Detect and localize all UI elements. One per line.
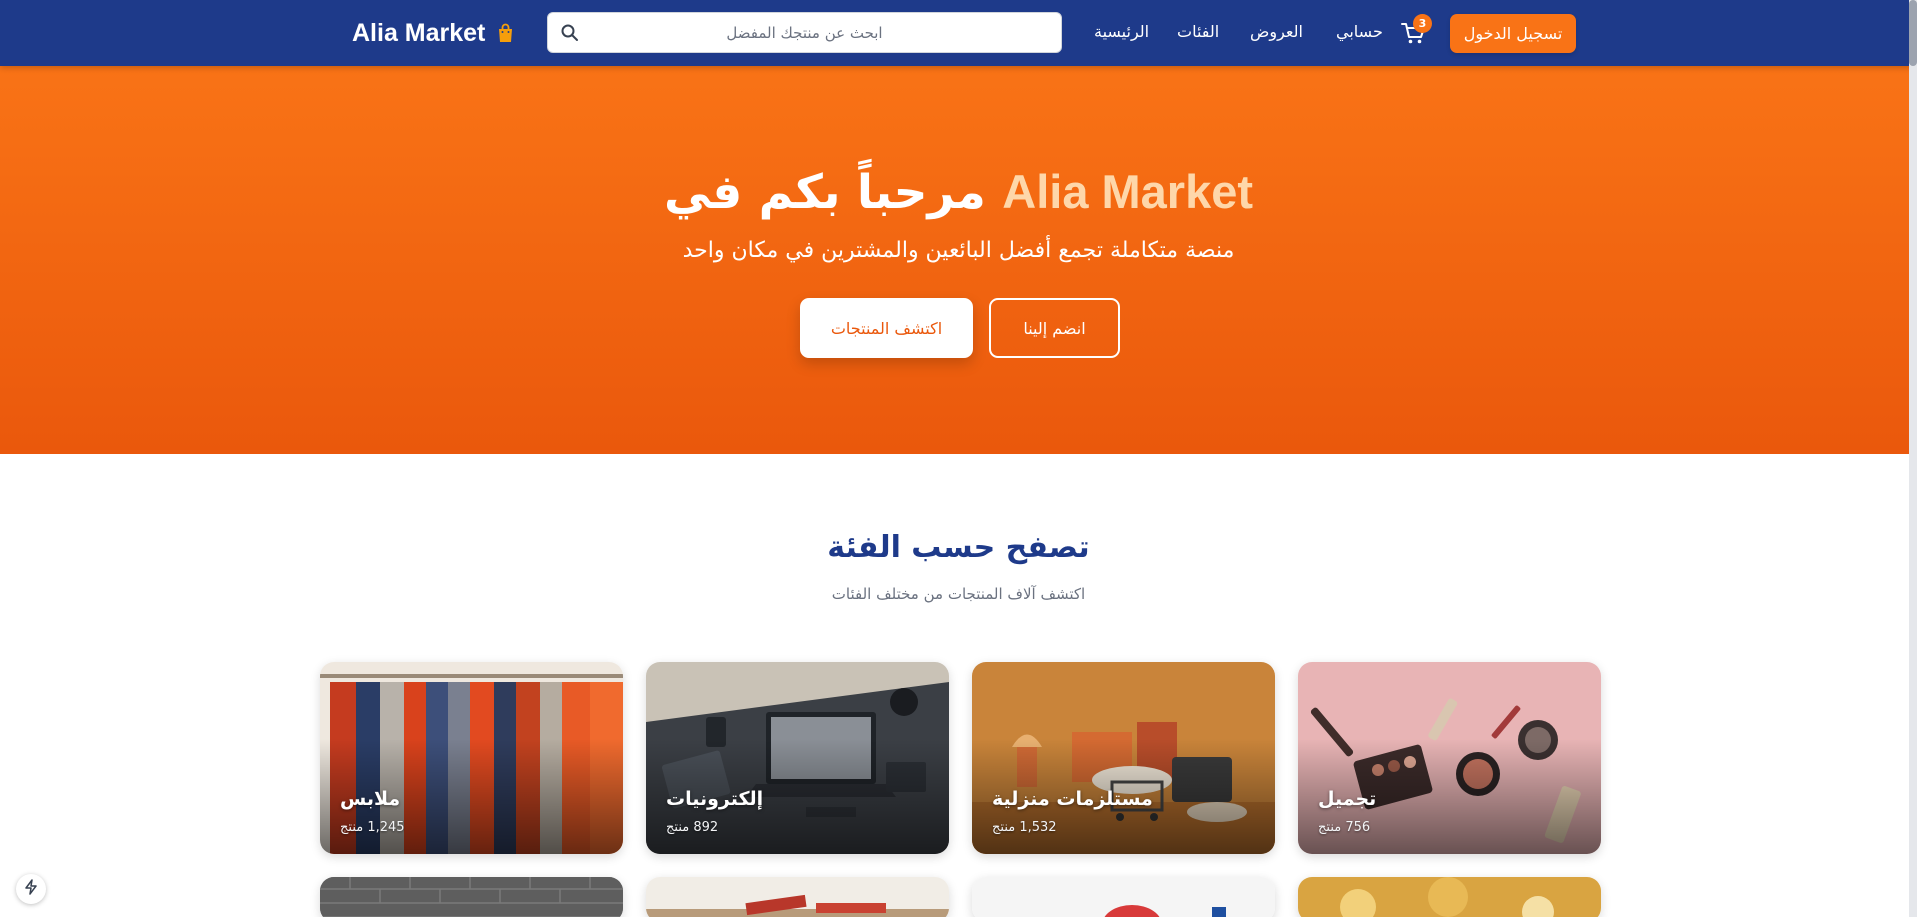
- hero-title-text: مرحباً بكم في: [663, 165, 986, 220]
- category-count: 1,245 منتج: [340, 820, 405, 835]
- cart-count-badge: 3: [1413, 14, 1432, 33]
- search-icon[interactable]: [560, 23, 580, 43]
- logo-text[interactable]: Alia Market: [352, 19, 485, 48]
- category-card-row2-1[interactable]: [320, 877, 623, 917]
- food-image: [1298, 877, 1601, 917]
- categories-subtitle: اكتشف آلاف المنتجات من مختلف الفئات: [831, 585, 1086, 603]
- bolt-icon: [24, 879, 38, 899]
- category-card-home[interactable]: مستلزمات منزلية 1,532 منتج: [972, 662, 1275, 854]
- search-bar: [547, 12, 1062, 53]
- navbar: Alia Market الرئيسية الفئات العروض حسابي: [0, 0, 1917, 66]
- sports-image: [972, 877, 1275, 917]
- category-name: إلكترونيات: [666, 788, 764, 810]
- explore-products-button[interactable]: اكتشف المنتجات: [800, 298, 973, 358]
- search-input[interactable]: [548, 13, 1061, 52]
- category-card-clothes[interactable]: ملابس 1,245 منتج: [320, 662, 623, 854]
- nav-link-offers[interactable]: العروض: [1250, 22, 1303, 41]
- hero-title: Alia Market مرحباً بكم في: [0, 164, 1917, 220]
- category-card-beauty[interactable]: تجميل 756 منتج: [1298, 662, 1601, 854]
- category-name: تجميل: [1318, 788, 1377, 810]
- logo[interactable]: Alia Market: [352, 14, 514, 52]
- category-name: ملابس: [340, 788, 401, 810]
- category-name: مستلزمات منزلية: [992, 788, 1153, 810]
- nav-link-account[interactable]: حسابي: [1336, 22, 1383, 41]
- category-card-row2-2[interactable]: [646, 877, 949, 917]
- category-count: 1,532 منتج: [992, 820, 1057, 835]
- nav-link-categories[interactable]: الفئات: [1177, 22, 1219, 41]
- join-us-button[interactable]: انضم إلينا: [989, 298, 1120, 358]
- bolt-button[interactable]: [16, 874, 46, 904]
- brick-wall-image: [320, 877, 623, 917]
- category-card-electronics[interactable]: إلكترونيات 892 منتج: [646, 662, 949, 854]
- hero-title-brand: Alia Market: [1002, 165, 1254, 218]
- category-count: 892 منتج: [666, 820, 719, 835]
- category-card-row2-4[interactable]: [1298, 877, 1601, 917]
- books-image: [646, 877, 949, 917]
- categories-title: تصفح حسب الفئة: [827, 530, 1090, 565]
- scrollbar[interactable]: [1909, 0, 1917, 917]
- bag-icon: [497, 23, 514, 43]
- hero-subtitle: منصة متكاملة تجمع أفضل البائعين والمشتري…: [682, 238, 1235, 263]
- category-card-row2-3[interactable]: [972, 877, 1275, 917]
- login-button[interactable]: تسجيل الدخول: [1450, 14, 1576, 53]
- category-count: 756 منتج: [1318, 820, 1371, 835]
- scrollbar-thumb[interactable]: [1909, 0, 1917, 66]
- nav-link-home[interactable]: الرئيسية: [1094, 22, 1149, 41]
- hero-section: Alia Market مرحباً بكم في منصة متكاملة ت…: [0, 66, 1917, 454]
